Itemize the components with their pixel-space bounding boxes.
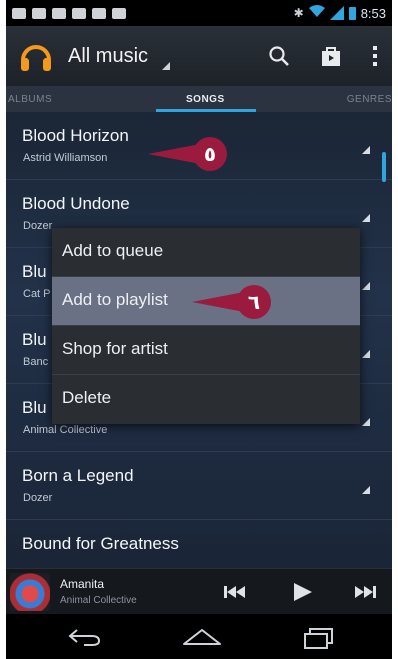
menu-item-shop-for-artist[interactable]: Shop for artist [52, 326, 360, 375]
calendar-icon [52, 7, 66, 19]
dropdown-indicator-icon[interactable] [162, 62, 171, 70]
now-playing-title: Amanita [60, 577, 105, 591]
gmail-icon [12, 7, 26, 19]
song-artist: Dozer [23, 492, 53, 504]
context-menu: Add to queue Add to playlist Shop for ar… [52, 228, 360, 424]
scrollbar[interactable] [382, 152, 386, 182]
notification-icons [12, 7, 126, 19]
context-menu-icon[interactable] [362, 282, 370, 290]
game-icon [112, 7, 126, 19]
back-icon[interactable] [68, 627, 102, 647]
search-icon[interactable] [268, 45, 290, 67]
song-title: Blood Horizon [22, 126, 129, 145]
status-time: 8:53 [360, 5, 386, 21]
overflow-menu-icon[interactable] [372, 45, 378, 67]
tab-genres[interactable]: GENRES [347, 94, 392, 105]
battery-icon [348, 6, 356, 20]
phone-screen: ✱ 8:53 All music ALBUMS SONGS GENRES Blo… [6, 0, 392, 659]
shopping-bag-icon [72, 7, 86, 19]
song-title: Blu [22, 398, 47, 417]
previous-icon[interactable] [222, 581, 248, 603]
system-nav-bar [6, 614, 392, 659]
song-artist: Dozer [23, 220, 53, 232]
song-title: Blood Undone [22, 194, 130, 213]
wifi-icon [308, 4, 325, 22]
now-playing-artist: Animal Collective [60, 595, 137, 606]
context-menu-icon[interactable] [362, 146, 370, 154]
recent-apps-icon[interactable] [302, 627, 336, 649]
bluetooth-icon: ✱ [293, 6, 304, 20]
list-item[interactable]: Born a Legend Dozer [6, 452, 392, 520]
tab-strip: ALBUMS SONGS GENRES [6, 86, 392, 112]
context-menu-icon[interactable] [362, 350, 370, 358]
now-playing-bar[interactable]: Amanita Animal Collective [6, 568, 392, 614]
next-icon[interactable] [352, 581, 378, 603]
song-title: Blu [22, 330, 47, 349]
song-artist: Astrid Williamson [23, 152, 108, 164]
menu-item-add-to-queue[interactable]: Add to queue [52, 228, 360, 277]
menu-item-delete[interactable]: Delete [52, 375, 360, 424]
view-selector-label[interactable]: All music [68, 45, 148, 68]
shopping-bag-icon [92, 7, 106, 19]
album-art[interactable] [10, 573, 50, 611]
action-bar: All music [6, 26, 392, 86]
message-icon [32, 7, 46, 19]
list-item[interactable]: Bound for Greatness [6, 520, 392, 568]
song-title: Bound for Greatness [22, 534, 179, 553]
shop-icon[interactable] [320, 45, 342, 67]
tab-albums[interactable]: ALBUMS [8, 94, 52, 105]
song-artist: Animal Collective [23, 424, 108, 436]
callout-number-1: ٥ [204, 142, 216, 166]
song-artist: Cat P [23, 288, 51, 300]
context-menu-icon[interactable] [362, 486, 370, 494]
context-menu-icon[interactable] [362, 214, 370, 222]
callout-marker-1: ٥ [148, 137, 227, 171]
play-icon[interactable] [290, 581, 314, 603]
status-bar: ✱ 8:53 [6, 0, 392, 26]
headphones-icon[interactable] [18, 38, 54, 74]
song-artist: Banc [23, 356, 49, 368]
signal-icon [329, 6, 344, 20]
home-icon[interactable] [182, 627, 222, 647]
song-title: Born a Legend [22, 466, 134, 485]
callout-marker-2: ٦ [192, 285, 271, 319]
callout-number-2: ٦ [248, 290, 260, 314]
song-title: Blu [22, 262, 47, 281]
tab-songs[interactable]: SONGS [186, 94, 225, 105]
context-menu-icon[interactable] [362, 418, 370, 426]
